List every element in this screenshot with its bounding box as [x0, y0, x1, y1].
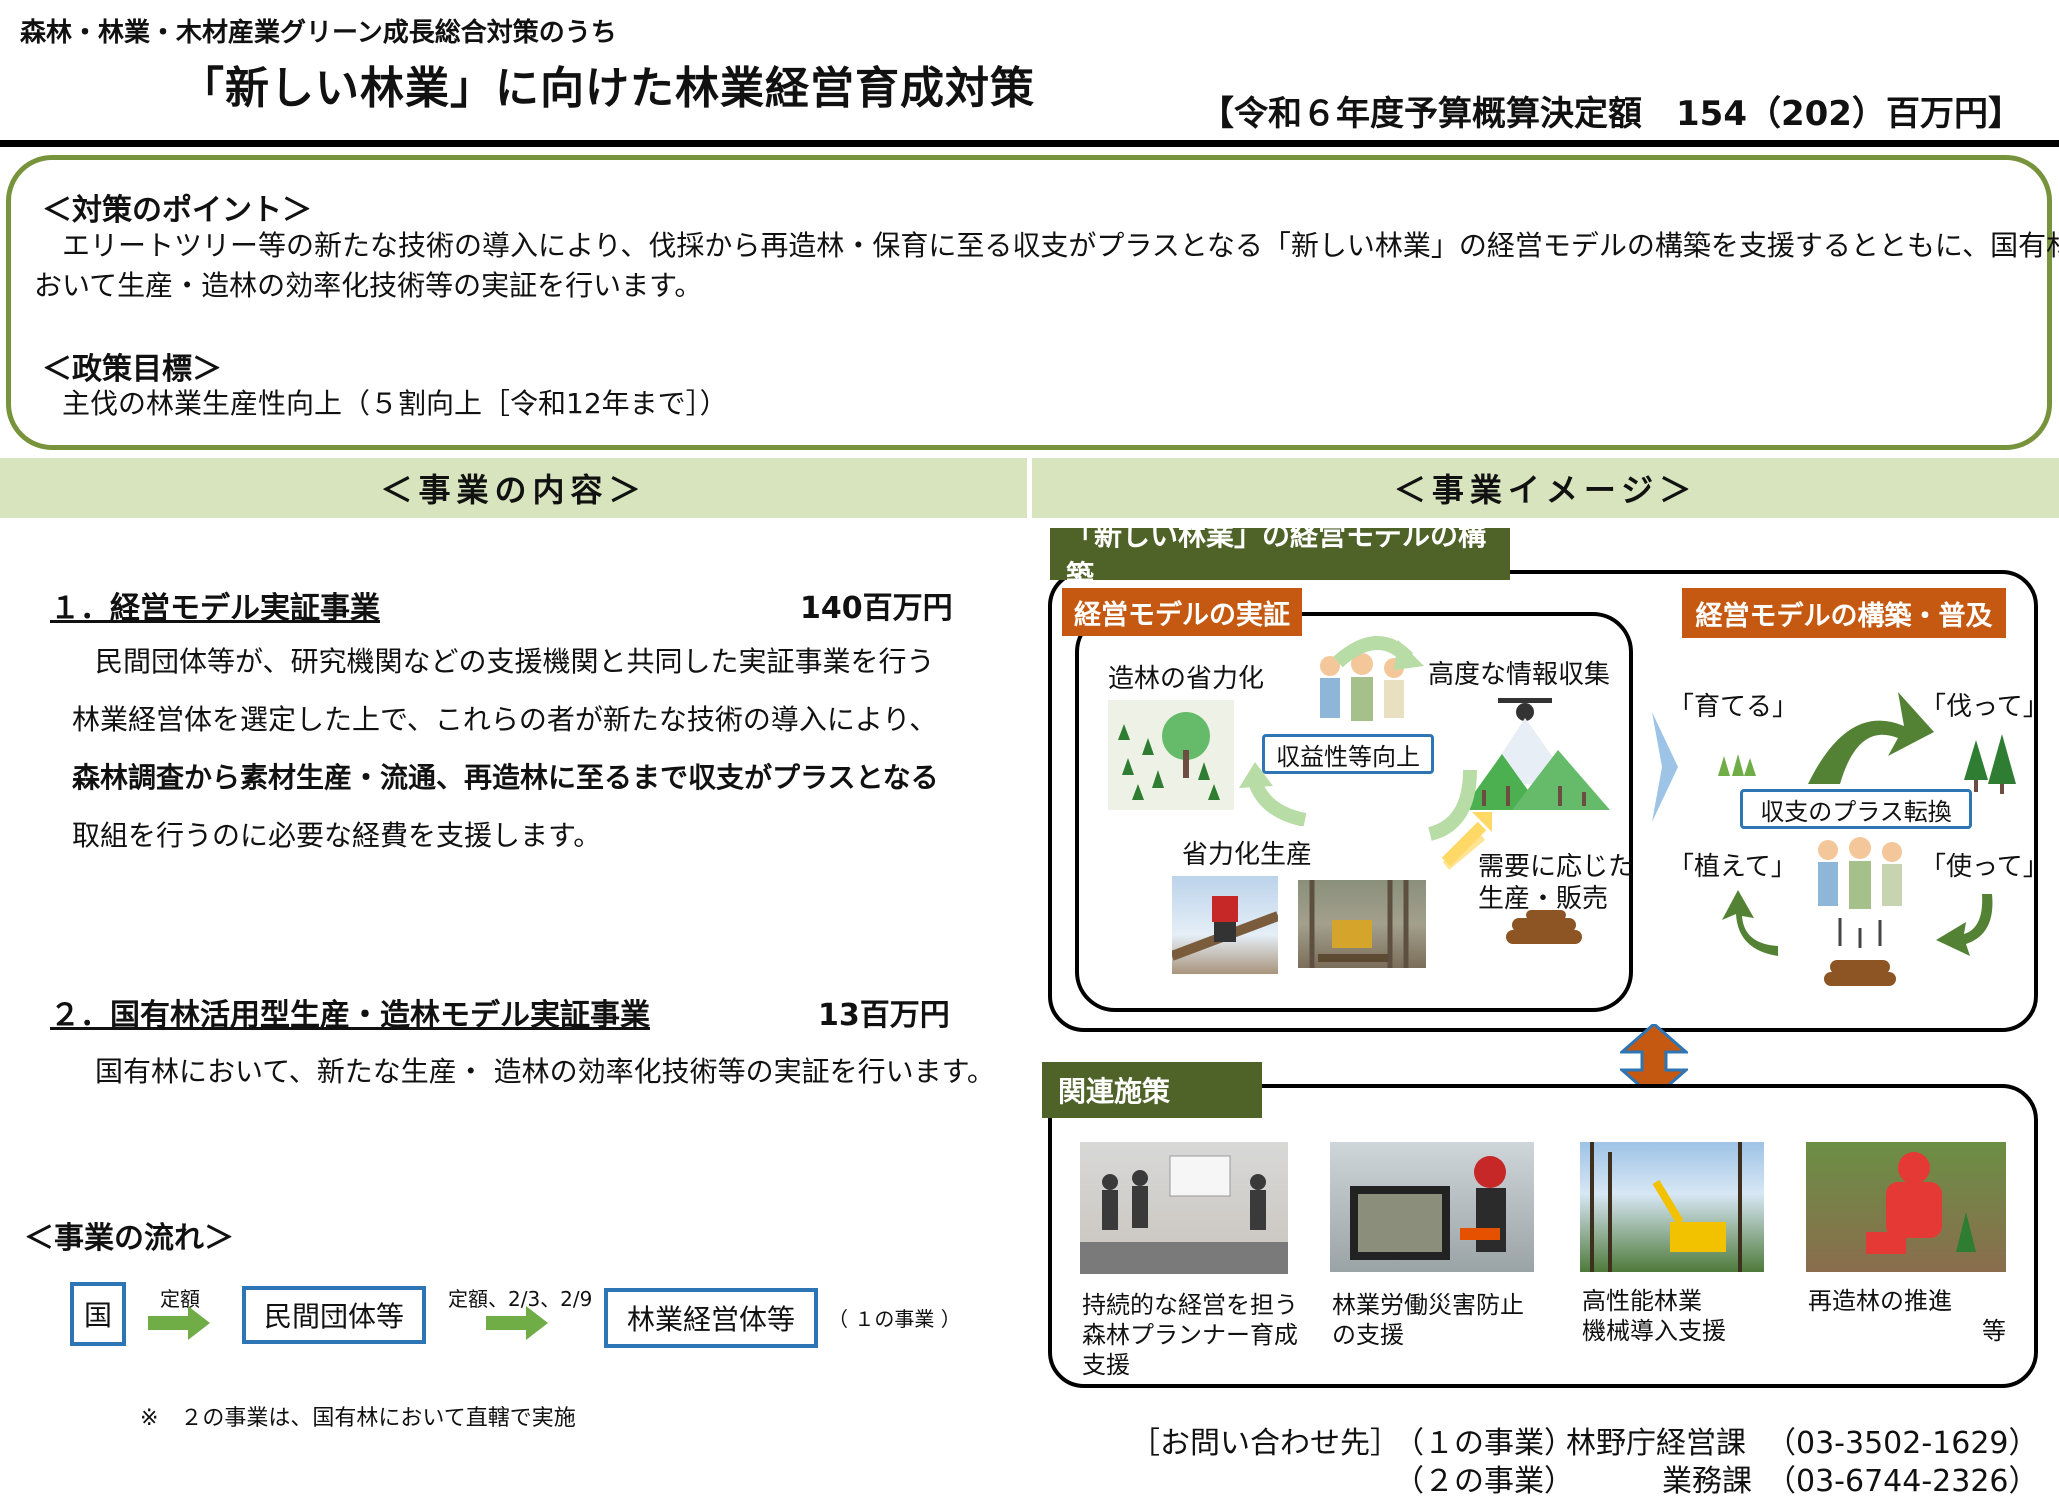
flow-box-forestry-operators: 林業経営体等 — [604, 1288, 818, 1348]
logs-stack-icon — [1824, 918, 1896, 986]
plus-conversion-pill: 収支のプラス転換 — [1740, 789, 1972, 829]
item2-line: 国有林において、新たな生産・ 造林の効率化技術等の実証を行います。 — [95, 1055, 995, 1088]
harvester-head-photo — [1172, 876, 1278, 974]
points-line-2: おいて生産・造林の効率化技術等の実証を行います。 — [34, 269, 703, 302]
caption-planner: 持続的な経営を担う 森林プランナー育成 支援 — [1082, 1291, 1298, 1379]
section-header-image: ＜事業イメージ＞ — [1032, 458, 2059, 518]
item2-amount: 13百万円 — [818, 998, 950, 1033]
points-text-1: エリートツリー等の新たな技術の導入により、伐採から再造林・保育に至る収支がプラス… — [34, 229, 2059, 262]
points-heading: ＜対策のポイント＞ — [42, 193, 312, 228]
label-use: 「使って」 — [1920, 852, 2049, 882]
item1-line-2: 林業経営体を選定した上で、これらの者が新たな技術の導入により、 — [72, 703, 938, 736]
header-rule — [0, 140, 2059, 147]
label-info-gathering: 高度な情報収集 — [1428, 660, 1611, 690]
people-group-icon — [1818, 837, 1902, 909]
machinery-photo — [1580, 1142, 1764, 1272]
label-plant: 「植えて」 — [1668, 852, 1797, 882]
cycle-arrow-top-icon — [1333, 636, 1424, 670]
safety-training-photo — [1330, 1142, 1534, 1272]
spread-tag: 経営モデルの構築・普及 — [1682, 588, 2006, 638]
budget-amount: 【令和６年度予算概算決定額 154（202）百万円】 — [1200, 94, 2022, 134]
item1-line-1: 民間団体等が、研究機関などの支援機関と共同した実証事業を行う — [95, 645, 935, 678]
flow-footnote: ※ ２の事業は、国有林において直轄で実施 — [140, 1406, 576, 1431]
cycle-arrow-left-lower-icon — [1722, 890, 1778, 956]
contact-label: ［お問い合わせ先］ — [1130, 1426, 1400, 1461]
item2-title: ２．国有林活用型生産・造林モデル実証事業 — [50, 998, 650, 1033]
contact-2-tel: （03-6744-2326） — [1766, 1464, 2039, 1499]
caption-machinery: 高性能林業 機械導入支援 — [1582, 1287, 1726, 1345]
caption-reforestation: 再造林の推進 — [1808, 1287, 1952, 1315]
cycle-arrow-upper-icon — [1808, 692, 1934, 784]
flow-box-private-org: 民間団体等 — [242, 1286, 426, 1344]
goal-heading: ＜政策目標＞ — [42, 352, 222, 387]
contact-2-project: （２の事業） — [1394, 1464, 1574, 1499]
item1-amount: 140百万円 — [800, 591, 953, 626]
goal-text: 主伐の林業生産性向上（５割向上［令和12年まで］） — [62, 387, 728, 420]
reforestation-photo — [1806, 1142, 2006, 1272]
item1-line-4: 取組を行うのに必要な経費を支援します。 — [72, 819, 602, 852]
section-header-content: ＜事業の内容＞ — [0, 458, 1027, 518]
logs-icon — [1506, 910, 1582, 944]
cycle-arrow-left-icon — [1239, 762, 1307, 826]
flow-arrow-1-icon — [148, 1306, 210, 1340]
points-line-1: エリートツリー等の新たな技術の導入により、伐採から再造林・保育に至る収支がプラス… — [34, 226, 2059, 266]
seedlings-icon — [1718, 754, 1756, 776]
contact-2-dept: 業務課 — [1662, 1464, 1752, 1499]
caption-etc: 等 — [1982, 1317, 2006, 1345]
cycle-arrow-right-lower-icon — [1936, 894, 1993, 956]
planner-training-photo — [1080, 1142, 1288, 1274]
flow-arrow-2-icon — [486, 1306, 548, 1340]
flow-heading: ＜事業の流れ＞ — [24, 1221, 234, 1256]
grown-trees-icon — [1964, 734, 2016, 794]
model-tag: 「新しい林業」の経営モデルの構築 — [1050, 519, 1510, 592]
supertitle: 森林・林業・木材産業グリーン成長総合対策のうち — [20, 18, 617, 48]
flow-box-national: 国 — [70, 1282, 126, 1346]
label-cut: 「伐って」 — [1920, 692, 2049, 722]
label-labor-saving: 省力化生産 — [1182, 840, 1313, 870]
label-grow: 「育てる」 — [1668, 692, 1799, 722]
page-title: 「新しい林業」に向けた林業経営育成対策 — [180, 63, 1035, 114]
related-tag: 関連施策 — [1042, 1062, 1262, 1118]
item1-line-3: 森林調査から素材生産・流通、再造林に至るまで収支がプラスとなる — [72, 761, 939, 794]
forest-machine-photo — [1298, 880, 1426, 968]
planting-illustration-icon — [1108, 700, 1234, 810]
chevron-right-icon — [1652, 712, 1678, 822]
flow-note: （ １の事業 ） — [828, 1307, 961, 1331]
item1-title: １．経営モデル実証事業 — [50, 591, 380, 626]
caption-safety: 林業労働災害防止 の支援 — [1332, 1291, 1524, 1349]
